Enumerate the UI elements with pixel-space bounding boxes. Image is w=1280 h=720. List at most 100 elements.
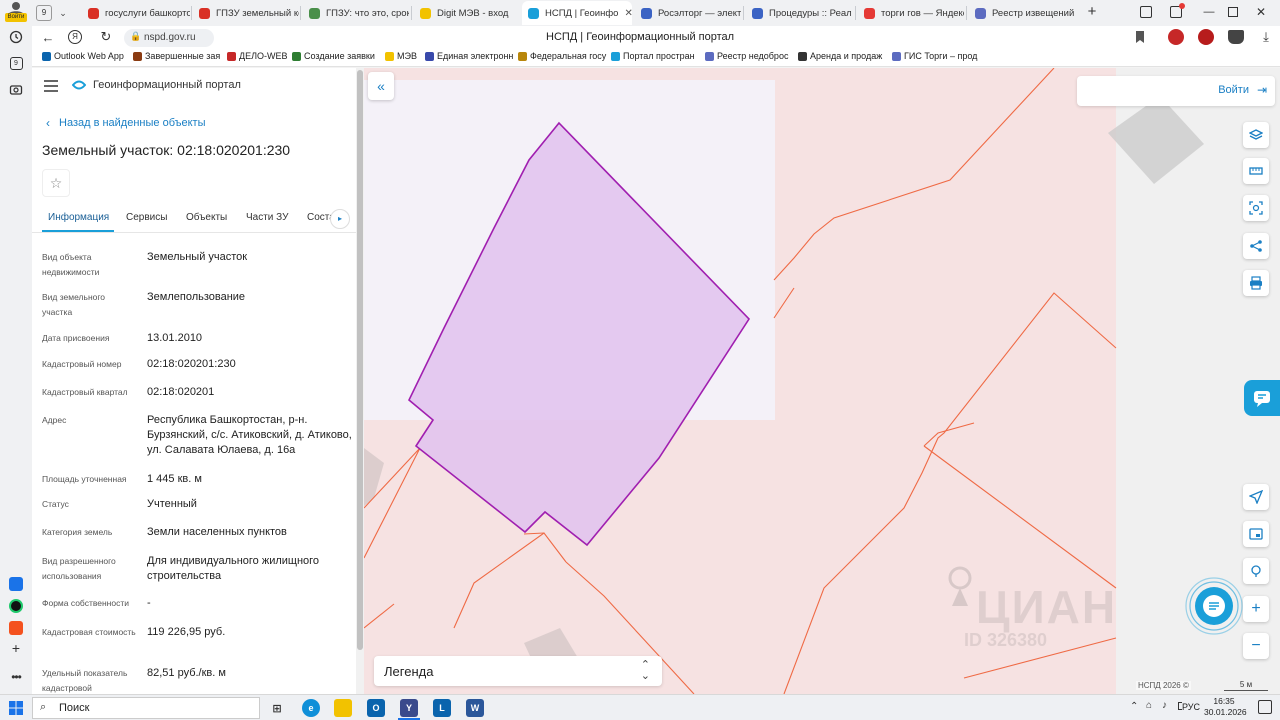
location-search-button[interactable] xyxy=(1243,558,1269,584)
plus-icon: + xyxy=(1251,600,1261,617)
field-label-object-type: Вид объекта недвижимости xyxy=(42,252,100,277)
screenshot-icon[interactable] xyxy=(8,82,24,98)
app-shortcut-3-icon[interactable] xyxy=(8,620,24,636)
bookmark-unfair-registry[interactable]: Реестр недоброс xyxy=(705,51,788,61)
field-value-area: 1 445 кв. м xyxy=(147,473,202,485)
zoom-out-button[interactable]: − xyxy=(1243,633,1269,659)
bookmark-rent-sale[interactable]: Аренда и продаж xyxy=(798,51,882,61)
language-indicator[interactable]: РУС xyxy=(1182,702,1201,712)
file-explorer-icon[interactable] xyxy=(334,699,352,717)
tab-gosuslugi[interactable]: госуслуги башкорто xyxy=(82,1,190,25)
extension-1-icon[interactable] xyxy=(1168,29,1184,45)
back-to-results-link[interactable]: ‹ Назад в найденные объекты xyxy=(46,116,206,130)
tab-list-dropdown[interactable]: ⌄ xyxy=(56,5,70,21)
tab-parts[interactable]: Части ЗУ xyxy=(246,212,288,223)
task-view-icon[interactable]: ⊞ xyxy=(268,699,286,717)
tab-objects[interactable]: Объекты xyxy=(186,212,227,223)
lync-icon[interactable]: L xyxy=(433,699,451,717)
map-canvas[interactable] xyxy=(364,68,1280,694)
ruler-button[interactable] xyxy=(1243,158,1269,184)
login-button[interactable]: Войти ⇥ xyxy=(1077,76,1275,106)
geolocation-icon xyxy=(1249,490,1263,504)
collapse-panel-button[interactable]: « xyxy=(368,72,394,100)
bookmark-spatial-portal[interactable]: Портал простран xyxy=(611,51,695,61)
map-view[interactable]: ЦИАН ID 326380 « Войти ⇥ + − Легенда ⌃ ⌄… xyxy=(364,68,1280,694)
tab-procedures[interactable]: Процедуры :: Реали xyxy=(746,1,852,25)
tab-yandex[interactable]: торги гов — Яндекс xyxy=(858,1,964,25)
bookmark-delo[interactable]: ДЕЛО-WEB xyxy=(227,51,288,61)
add-shortcut-icon[interactable]: + xyxy=(8,640,24,656)
print-button[interactable] xyxy=(1243,270,1269,296)
share-button[interactable] xyxy=(1243,233,1269,259)
close-tab-icon[interactable]: ✕ xyxy=(624,8,632,19)
panel-scrollbar[interactable] xyxy=(356,68,364,694)
bookmark-label: Федеральная госу xyxy=(530,51,607,61)
word-icon[interactable]: W xyxy=(466,699,484,717)
clock[interactable]: 16:35 30.01.2026 xyxy=(1204,696,1247,718)
tab-gpzu-1[interactable]: ГПЗУ земельный ко xyxy=(193,1,299,25)
app-shortcut-1-icon[interactable] xyxy=(8,576,24,592)
network-icon[interactable]: ⌂ xyxy=(1146,700,1152,711)
app-shortcut-2-icon[interactable] xyxy=(8,598,24,614)
chat-assistant-button[interactable] xyxy=(1184,576,1244,636)
bookmark-outlook[interactable]: Outlook Web App xyxy=(42,51,124,61)
new-tab-icon[interactable]: + xyxy=(1084,4,1100,20)
more-icon[interactable]: ••• xyxy=(8,669,24,685)
bookmark-completed[interactable]: Завершенные зая xyxy=(133,51,220,61)
legend-dropdown[interactable]: Легенда ⌃ ⌄ xyxy=(374,656,662,686)
notification-center-icon[interactable] xyxy=(1258,700,1272,714)
bookmark-icon[interactable] xyxy=(1134,30,1148,46)
history-icon[interactable] xyxy=(8,29,24,45)
downloads-icon[interactable] xyxy=(1228,30,1244,44)
tabs-counter-icon[interactable]: 9 xyxy=(8,55,24,71)
notifications-icon[interactable] xyxy=(1170,3,1185,18)
tab-registry[interactable]: Реестр извещений xyxy=(969,1,1075,25)
tabs-scroll-right-button[interactable]: ▸ xyxy=(330,209,350,229)
windows-start-icon[interactable] xyxy=(9,701,23,715)
tab-services[interactable]: Сервисы xyxy=(126,212,167,223)
bookmark-unified[interactable]: Единая электронн xyxy=(425,51,513,61)
layers-button[interactable] xyxy=(1243,122,1269,148)
geolocation-button[interactable] xyxy=(1243,484,1269,510)
object-info-panel: Геоинформационный портал ‹ Назад в найде… xyxy=(32,68,356,694)
tab-information[interactable]: Информация xyxy=(48,212,109,223)
menu-icon[interactable] xyxy=(44,79,58,92)
bookmark-gis-torgi[interactable]: ГИС Торги – прод xyxy=(892,51,977,61)
object-title: Земельный участок: 02:18:020201:230 xyxy=(42,142,291,158)
address-field[interactable]: 🔒 nspd.gov.ru xyxy=(124,29,214,47)
bookmark-mev[interactable]: МЭВ xyxy=(385,51,417,61)
scrollbar-thumb[interactable] xyxy=(357,70,363,650)
taskbar-search[interactable]: ⌕ Поиск xyxy=(32,697,260,719)
download-arrow-icon[interactable]: ⤓ xyxy=(1258,29,1274,45)
profile-avatar[interactable]: Войти xyxy=(4,1,28,23)
tray-chevron-icon[interactable]: ⌃ xyxy=(1130,701,1138,712)
yandex-y-icon[interactable]: Я xyxy=(68,30,82,44)
feedback-button[interactable] xyxy=(1244,380,1280,416)
outlook-icon[interactable]: O xyxy=(367,699,385,717)
back-arrow-icon[interactable]: ← xyxy=(40,30,56,46)
reload-icon[interactable]: ↻ xyxy=(98,29,114,45)
favorite-star-button[interactable]: ☆ xyxy=(42,169,70,197)
select-area-button[interactable] xyxy=(1243,195,1269,221)
tab-roseltorg[interactable]: Росэлторг — электр xyxy=(635,1,741,25)
tab-count-button[interactable]: 9 xyxy=(36,5,52,21)
tab-nspd[interactable]: НСПД | Геоинфо ✕ xyxy=(522,1,632,25)
tab-favicon xyxy=(975,7,986,19)
tab-collections-icon[interactable] xyxy=(1140,6,1152,18)
maximize-icon[interactable] xyxy=(1228,7,1238,17)
bookmark-create-request[interactable]: Создание заявки xyxy=(292,51,375,61)
yandex-browser-icon[interactable]: Y xyxy=(400,699,418,717)
minimize-icon[interactable]: — xyxy=(1202,5,1216,19)
zoom-in-button[interactable]: + xyxy=(1243,596,1269,622)
bookmark-federal[interactable]: Федеральная госу xyxy=(518,51,606,61)
close-window-icon[interactable]: ✕ xyxy=(1254,4,1268,20)
extension-2-icon[interactable] xyxy=(1198,29,1214,45)
field-label-cadastral-quarter: Кадастровый квартал xyxy=(42,387,128,397)
tab-digit-mev[interactable]: Digit МЭВ - вход xyxy=(414,1,520,25)
minimap-button[interactable] xyxy=(1243,521,1269,547)
legend-label: Легенда xyxy=(384,664,434,679)
volume-icon[interactable]: ♪ xyxy=(1162,700,1167,711)
tab-label: НСПД | Геоинфо xyxy=(545,7,619,19)
tab-gpzu-2[interactable]: ГПЗУ: что это, срок xyxy=(303,1,409,25)
edge-icon[interactable]: e xyxy=(302,699,320,717)
